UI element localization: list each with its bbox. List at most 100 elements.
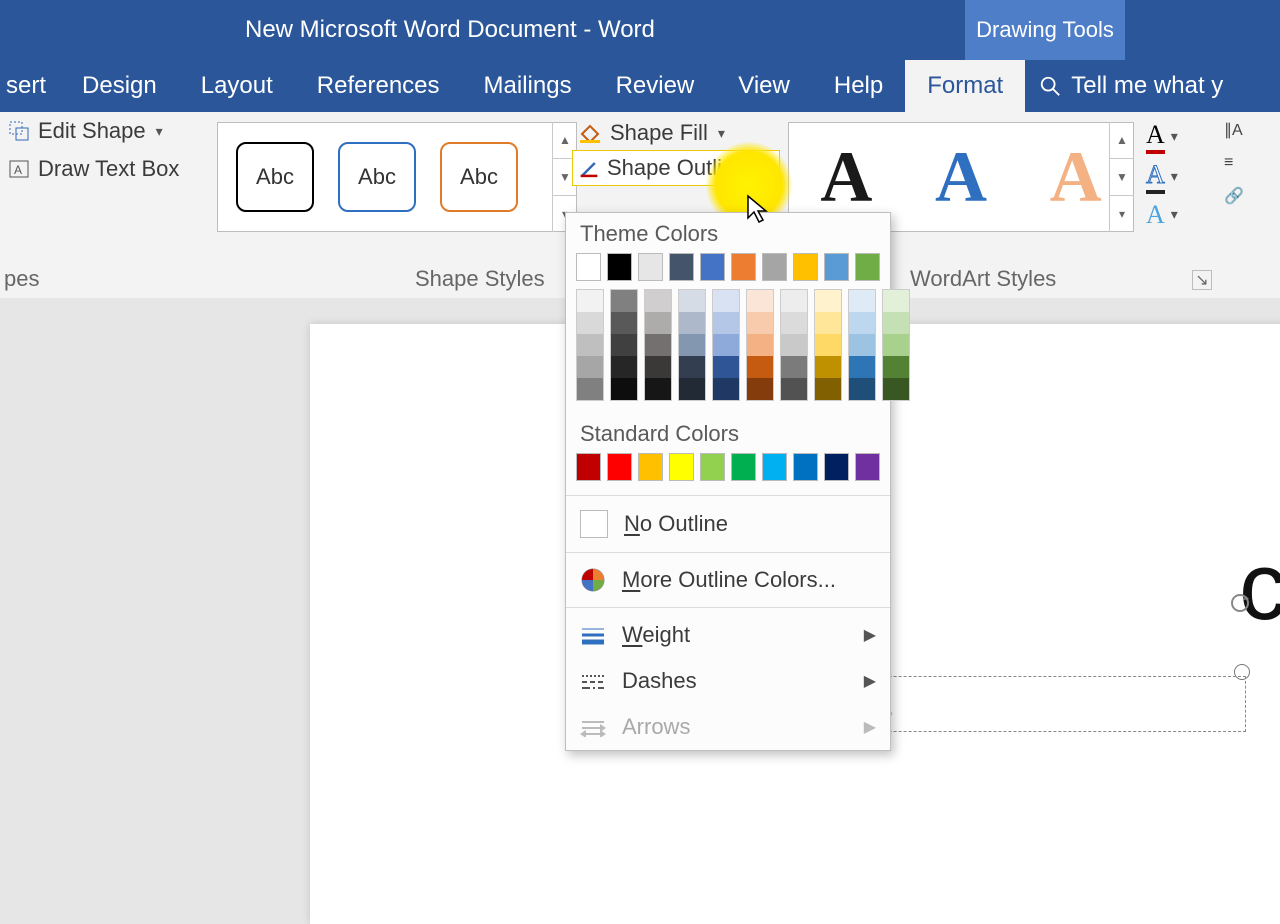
tab-help[interactable]: Help xyxy=(812,60,905,112)
color-swatch[interactable] xyxy=(762,453,787,481)
shape-styles-gallery[interactable]: Abc Abc Abc ▲ ▼ ▾ xyxy=(217,122,577,232)
color-swatch[interactable] xyxy=(814,289,842,312)
color-swatch[interactable] xyxy=(780,378,808,401)
color-swatch[interactable] xyxy=(814,356,842,378)
tab-mailings[interactable]: Mailings xyxy=(462,60,594,112)
color-swatch[interactable] xyxy=(576,312,604,334)
color-swatch[interactable] xyxy=(848,312,876,334)
color-swatch[interactable] xyxy=(746,334,774,356)
color-swatch[interactable] xyxy=(576,356,604,378)
color-swatch[interactable] xyxy=(576,253,601,281)
no-outline-item[interactable]: No Outline xyxy=(566,500,890,548)
color-swatch[interactable] xyxy=(576,289,604,312)
color-swatch[interactable] xyxy=(882,356,910,378)
color-swatch[interactable] xyxy=(638,453,663,481)
edit-shape-button[interactable]: Edit Shape▾ xyxy=(0,112,206,150)
color-swatch[interactable] xyxy=(712,356,740,378)
color-swatch[interactable] xyxy=(882,312,910,334)
color-swatch[interactable] xyxy=(678,334,706,356)
color-swatch[interactable] xyxy=(731,453,756,481)
color-swatch[interactable] xyxy=(669,253,694,281)
color-swatch[interactable] xyxy=(678,289,706,312)
color-swatch[interactable] xyxy=(824,453,849,481)
color-swatch[interactable] xyxy=(700,453,725,481)
color-swatch[interactable] xyxy=(814,312,842,334)
color-swatch[interactable] xyxy=(712,378,740,401)
color-swatch[interactable] xyxy=(855,453,880,481)
color-swatch[interactable] xyxy=(848,356,876,378)
color-swatch[interactable] xyxy=(712,334,740,356)
color-swatch[interactable] xyxy=(678,378,706,401)
color-swatch[interactable] xyxy=(882,378,910,401)
shape-style-tile[interactable]: Abc xyxy=(236,142,314,212)
color-swatch[interactable] xyxy=(746,356,774,378)
create-link-button[interactable]: 🔗 xyxy=(1224,186,1244,206)
color-swatch[interactable] xyxy=(824,253,849,281)
wordart-style-tile[interactable]: A xyxy=(935,136,987,219)
shape-fill-button[interactable]: Shape Fill▾ xyxy=(572,116,780,150)
weight-item[interactable]: Weight ▶ xyxy=(566,612,890,658)
color-swatch[interactable] xyxy=(678,312,706,334)
color-swatch[interactable] xyxy=(610,289,638,312)
tab-format[interactable]: Format xyxy=(905,60,1025,112)
color-swatch[interactable] xyxy=(610,334,638,356)
color-swatch[interactable] xyxy=(644,356,672,378)
color-swatch[interactable] xyxy=(644,312,672,334)
color-swatch[interactable] xyxy=(712,312,740,334)
draw-text-box-button[interactable]: A Draw Text Box xyxy=(0,150,206,188)
color-swatch[interactable] xyxy=(882,334,910,356)
color-swatch[interactable] xyxy=(576,378,604,401)
color-swatch[interactable] xyxy=(780,312,808,334)
tab-design[interactable]: Design xyxy=(60,60,179,112)
color-swatch[interactable] xyxy=(700,253,725,281)
color-swatch[interactable] xyxy=(848,334,876,356)
tab-review[interactable]: Review xyxy=(594,60,717,112)
color-swatch[interactable] xyxy=(746,378,774,401)
color-swatch[interactable] xyxy=(610,356,638,378)
color-swatch[interactable] xyxy=(669,453,694,481)
gallery-scroll[interactable]: ▲ ▼ ▾ xyxy=(1109,122,1134,232)
color-swatch[interactable] xyxy=(814,334,842,356)
color-swatch[interactable] xyxy=(644,334,672,356)
color-swatch[interactable] xyxy=(712,289,740,312)
color-swatch[interactable] xyxy=(678,356,706,378)
color-swatch[interactable] xyxy=(848,289,876,312)
rotate-handle-icon[interactable] xyxy=(1229,592,1251,614)
color-swatch[interactable] xyxy=(855,253,880,281)
color-swatch[interactable] xyxy=(762,253,787,281)
color-swatch[interactable] xyxy=(576,334,604,356)
more-outline-colors-item[interactable]: More Outline Colors... xyxy=(566,557,890,603)
color-swatch[interactable] xyxy=(780,289,808,312)
contextual-tab-drawing-tools[interactable]: Drawing Tools xyxy=(965,0,1125,60)
color-swatch[interactable] xyxy=(638,253,663,281)
color-swatch[interactable] xyxy=(610,378,638,401)
dialog-launcher-icon[interactable]: ↘ xyxy=(1192,270,1212,290)
color-swatch[interactable] xyxy=(814,378,842,401)
shape-outline-button[interactable]: Shape Outline▾ xyxy=(572,150,780,186)
wordart-style-tile[interactable]: A xyxy=(1050,136,1102,219)
color-swatch[interactable] xyxy=(882,289,910,312)
dashes-item[interactable]: Dashes ▶ xyxy=(566,658,890,704)
tab-references[interactable]: References xyxy=(295,60,462,112)
color-swatch[interactable] xyxy=(746,312,774,334)
tell-me-search[interactable]: Tell me what y xyxy=(1025,60,1237,112)
color-swatch[interactable] xyxy=(610,312,638,334)
color-swatch[interactable] xyxy=(848,378,876,401)
scroll-up-icon[interactable]: ▲ xyxy=(1110,122,1134,159)
color-swatch[interactable] xyxy=(731,253,756,281)
text-direction-button[interactable]: ∥A xyxy=(1224,120,1244,140)
shape-style-tile[interactable]: Abc xyxy=(338,142,416,212)
tab-insert[interactable]: sert xyxy=(0,60,60,112)
color-swatch[interactable] xyxy=(607,253,632,281)
align-text-button[interactable]: ≡ xyxy=(1224,154,1244,172)
color-swatch[interactable] xyxy=(780,356,808,378)
color-swatch[interactable] xyxy=(780,334,808,356)
shape-style-tile[interactable]: Abc xyxy=(440,142,518,212)
tab-layout[interactable]: Layout xyxy=(179,60,295,112)
color-swatch[interactable] xyxy=(746,289,774,312)
text-effects-button[interactable]: A▾ xyxy=(1146,200,1178,230)
text-outline-button[interactable]: A▾ xyxy=(1146,160,1178,194)
gallery-more-icon[interactable]: ▾ xyxy=(1110,196,1134,232)
tab-view[interactable]: View xyxy=(716,60,812,112)
color-swatch[interactable] xyxy=(793,253,818,281)
